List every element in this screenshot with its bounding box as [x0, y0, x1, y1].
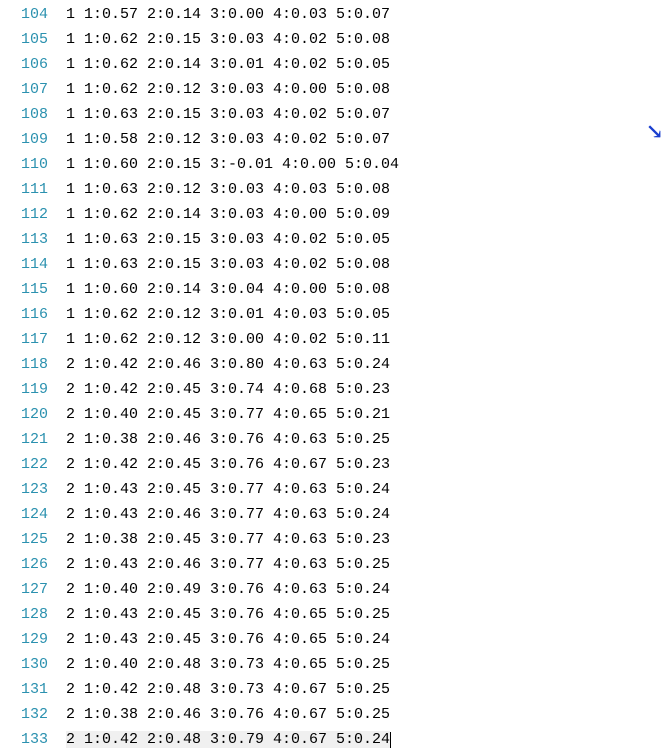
line-number: 121	[0, 431, 66, 448]
line-number: 116	[0, 306, 66, 323]
line-number: 133	[0, 731, 66, 748]
line-content[interactable]: 2 1:0.42 2:0.46 3:0.80 4:0.63 5:0.24	[66, 356, 390, 373]
code-line[interactable]: 1312 1:0.42 2:0.48 3:0.73 4:0.67 5:0.25	[0, 677, 667, 702]
code-line[interactable]: 1292 1:0.43 2:0.45 3:0.76 4:0.65 5:0.24	[0, 627, 667, 652]
code-line[interactable]: 1041 1:0.57 2:0.14 3:0.00 4:0.03 5:0.07	[0, 2, 667, 27]
line-content[interactable]: 2 1:0.42 2:0.45 3:0.74 4:0.68 5:0.23	[66, 381, 390, 398]
line-number: 118	[0, 356, 66, 373]
line-content[interactable]: 1 1:0.63 2:0.15 3:0.03 4:0.02 5:0.08	[66, 256, 390, 273]
line-content[interactable]: 1 1:0.62 2:0.12 3:0.01 4:0.03 5:0.05	[66, 306, 390, 323]
line-content[interactable]: 2 1:0.38 2:0.46 3:0.76 4:0.63 5:0.25	[66, 431, 390, 448]
line-number: 126	[0, 556, 66, 573]
text-cursor	[390, 732, 391, 748]
line-content[interactable]: 1 1:0.62 2:0.14 3:0.03 4:0.00 5:0.09	[66, 206, 390, 223]
line-content[interactable]: 1 1:0.62 2:0.12 3:0.03 4:0.00 5:0.08	[66, 81, 390, 98]
line-content[interactable]: 2 1:0.43 2:0.46 3:0.77 4:0.63 5:0.24	[66, 506, 390, 523]
line-content[interactable]: 1 1:0.57 2:0.14 3:0.00 4:0.03 5:0.07	[66, 6, 390, 23]
line-number: 132	[0, 706, 66, 723]
line-content[interactable]: 2 1:0.40 2:0.48 3:0.73 4:0.65 5:0.25	[66, 656, 390, 673]
code-line[interactable]: 1262 1:0.43 2:0.46 3:0.77 4:0.63 5:0.25	[0, 552, 667, 577]
line-content[interactable]: 2 1:0.43 2:0.45 3:0.76 4:0.65 5:0.24	[66, 631, 390, 648]
line-content[interactable]: 1 1:0.63 2:0.15 3:0.03 4:0.02 5:0.07	[66, 106, 390, 123]
line-number: 104	[0, 6, 66, 23]
code-line[interactable]: 1252 1:0.38 2:0.45 3:0.77 4:0.63 5:0.23	[0, 527, 667, 552]
code-line[interactable]: 1141 1:0.63 2:0.15 3:0.03 4:0.02 5:0.08	[0, 252, 667, 277]
line-number: 113	[0, 231, 66, 248]
code-line[interactable]: 1302 1:0.40 2:0.48 3:0.73 4:0.65 5:0.25	[0, 652, 667, 677]
line-number: 122	[0, 456, 66, 473]
code-line[interactable]: 1202 1:0.40 2:0.45 3:0.77 4:0.65 5:0.21	[0, 402, 667, 427]
line-content[interactable]: 2 1:0.38 2:0.45 3:0.77 4:0.63 5:0.23	[66, 531, 390, 548]
code-line[interactable]: 1192 1:0.42 2:0.45 3:0.74 4:0.68 5:0.23	[0, 377, 667, 402]
code-line[interactable]: 1171 1:0.62 2:0.12 3:0.00 4:0.02 5:0.11	[0, 327, 667, 352]
line-number: 106	[0, 56, 66, 73]
line-content[interactable]: 2 1:0.42 2:0.48 3:0.79 4:0.67 5:0.24	[66, 731, 390, 748]
code-line[interactable]: 1151 1:0.60 2:0.14 3:0.04 4:0.00 5:0.08	[0, 277, 667, 302]
code-line[interactable]: 1242 1:0.43 2:0.46 3:0.77 4:0.63 5:0.24	[0, 502, 667, 527]
line-number: 125	[0, 531, 66, 548]
code-line[interactable]: 1061 1:0.62 2:0.14 3:0.01 4:0.02 5:0.05	[0, 52, 667, 77]
line-number: 128	[0, 606, 66, 623]
line-content[interactable]: 2 1:0.38 2:0.46 3:0.76 4:0.67 5:0.25	[66, 706, 390, 723]
line-content[interactable]: 1 1:0.58 2:0.12 3:0.03 4:0.02 5:0.07	[66, 131, 390, 148]
code-line[interactable]: 1131 1:0.63 2:0.15 3:0.03 4:0.02 5:0.05	[0, 227, 667, 252]
code-line[interactable]: 1051 1:0.62 2:0.15 3:0.03 4:0.02 5:0.08	[0, 27, 667, 52]
line-content[interactable]: 2 1:0.40 2:0.45 3:0.77 4:0.65 5:0.21	[66, 406, 390, 423]
code-line[interactable]: 1232 1:0.43 2:0.45 3:0.77 4:0.63 5:0.24	[0, 477, 667, 502]
line-number: 130	[0, 656, 66, 673]
code-line[interactable]: 1182 1:0.42 2:0.46 3:0.80 4:0.63 5:0.24	[0, 352, 667, 377]
code-line[interactable]: 1272 1:0.40 2:0.49 3:0.76 4:0.63 5:0.24	[0, 577, 667, 602]
line-number: 109	[0, 131, 66, 148]
line-content[interactable]: 2 1:0.42 2:0.48 3:0.73 4:0.67 5:0.25	[66, 681, 390, 698]
line-content[interactable]: 1 1:0.62 2:0.15 3:0.03 4:0.02 5:0.08	[66, 31, 390, 48]
code-line[interactable]: 1222 1:0.42 2:0.45 3:0.76 4:0.67 5:0.23	[0, 452, 667, 477]
line-number: 115	[0, 281, 66, 298]
code-line[interactable]: 1111 1:0.63 2:0.12 3:0.03 4:0.03 5:0.08	[0, 177, 667, 202]
line-number: 123	[0, 481, 66, 498]
code-editor[interactable]: 1041 1:0.57 2:0.14 3:0.00 4:0.03 5:0.071…	[0, 0, 667, 752]
line-number: 117	[0, 331, 66, 348]
line-number: 110	[0, 156, 66, 173]
line-content[interactable]: 1 1:0.63 2:0.15 3:0.03 4:0.02 5:0.05	[66, 231, 390, 248]
line-number: 124	[0, 506, 66, 523]
line-number: 127	[0, 581, 66, 598]
line-content[interactable]: 2 1:0.43 2:0.45 3:0.76 4:0.65 5:0.25	[66, 606, 390, 623]
code-line[interactable]: 1161 1:0.62 2:0.12 3:0.01 4:0.03 5:0.05	[0, 302, 667, 327]
line-content[interactable]: 2 1:0.43 2:0.46 3:0.77 4:0.63 5:0.25	[66, 556, 390, 573]
line-number: 131	[0, 681, 66, 698]
code-line[interactable]: 1322 1:0.38 2:0.46 3:0.76 4:0.67 5:0.25	[0, 702, 667, 727]
line-number: 114	[0, 256, 66, 273]
code-line[interactable]: 1071 1:0.62 2:0.12 3:0.03 4:0.00 5:0.08	[0, 77, 667, 102]
line-content[interactable]: 2 1:0.42 2:0.45 3:0.76 4:0.67 5:0.23	[66, 456, 390, 473]
line-number: 119	[0, 381, 66, 398]
line-number: 111	[0, 181, 66, 198]
line-content[interactable]: 2 1:0.43 2:0.45 3:0.77 4:0.63 5:0.24	[66, 481, 390, 498]
line-content[interactable]: 1 1:0.62 2:0.12 3:0.00 4:0.02 5:0.11	[66, 331, 390, 348]
line-number: 108	[0, 106, 66, 123]
code-line[interactable]: 1091 1:0.58 2:0.12 3:0.03 4:0.02 5:0.07	[0, 127, 667, 152]
line-content[interactable]: 1 1:0.60 2:0.14 3:0.04 4:0.00 5:0.08	[66, 281, 390, 298]
line-number: 120	[0, 406, 66, 423]
code-line[interactable]: 1081 1:0.63 2:0.15 3:0.03 4:0.02 5:0.07	[0, 102, 667, 127]
code-line[interactable]: 1332 1:0.42 2:0.48 3:0.79 4:0.67 5:0.24	[0, 727, 667, 752]
line-number: 107	[0, 81, 66, 98]
line-number: 105	[0, 31, 66, 48]
line-content[interactable]: 1 1:0.63 2:0.12 3:0.03 4:0.03 5:0.08	[66, 181, 390, 198]
code-line[interactable]: 1282 1:0.43 2:0.45 3:0.76 4:0.65 5:0.25	[0, 602, 667, 627]
code-line[interactable]: 1101 1:0.60 2:0.15 3:-0.01 4:0.00 5:0.04	[0, 152, 667, 177]
line-number: 112	[0, 206, 66, 223]
line-content[interactable]: 1 1:0.62 2:0.14 3:0.01 4:0.02 5:0.05	[66, 56, 390, 73]
code-line[interactable]: 1212 1:0.38 2:0.46 3:0.76 4:0.63 5:0.25	[0, 427, 667, 452]
code-line[interactable]: 1121 1:0.62 2:0.14 3:0.03 4:0.00 5:0.09	[0, 202, 667, 227]
line-content[interactable]: 1 1:0.60 2:0.15 3:-0.01 4:0.00 5:0.04	[66, 156, 399, 173]
line-number: 129	[0, 631, 66, 648]
line-content[interactable]: 2 1:0.40 2:0.49 3:0.76 4:0.63 5:0.24	[66, 581, 390, 598]
